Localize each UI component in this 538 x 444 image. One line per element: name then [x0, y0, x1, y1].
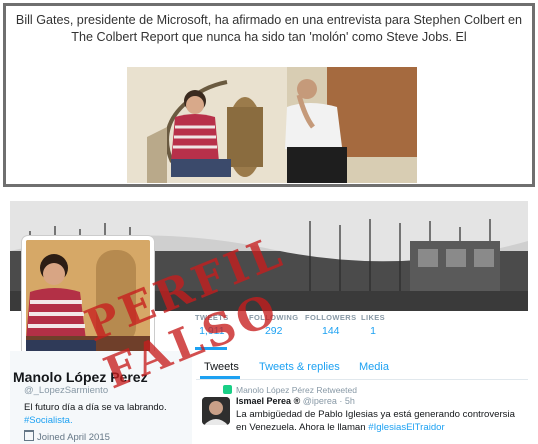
- profile-tabs: Tweets Tweets & replies Media: [196, 357, 528, 380]
- bio-text: El futuro día a día se va labrando.: [24, 402, 167, 413]
- bio-hashtag[interactable]: #Socialista.: [24, 414, 184, 427]
- retweet-context: Manolo López Pérez Retweeted: [236, 385, 357, 395]
- tweet-item[interactable]: Manolo López Pérez Retweeted Ismael Pere…: [196, 381, 528, 444]
- profile-handle[interactable]: @_LopezSarmiento: [24, 385, 108, 396]
- tweet-hashtag[interactable]: #IglesiasElTraidor: [368, 422, 444, 433]
- stat-likes[interactable]: LIKES 1: [361, 313, 385, 337]
- profile-bio: El futuro día a día se va labrando. #Soc…: [24, 401, 184, 427]
- news-photo: [127, 67, 417, 183]
- tab-active-indicator: [200, 376, 240, 379]
- verified-badge-icon: ®: [293, 396, 301, 406]
- tab-tweets[interactable]: Tweets: [204, 361, 239, 373]
- tweet-author[interactable]: Ismael Perea ® @iperea · 5h: [236, 396, 355, 406]
- stat-value: 1: [370, 325, 376, 337]
- tweet-author-name[interactable]: Ismael Perea: [236, 396, 291, 406]
- news-headline: Bill Gates, presidente de Microsoft, ha …: [15, 13, 523, 44]
- tweet-text: La ambigüedad de Pablo Iglesias ya está …: [236, 408, 526, 434]
- tab-tweets-replies[interactable]: Tweets & replies: [259, 361, 340, 373]
- news-card: Bill Gates, presidente de Microsoft, ha …: [3, 3, 535, 187]
- calendar-icon: [24, 430, 34, 441]
- tab-media[interactable]: Media: [359, 361, 389, 373]
- retweet-icon: [223, 385, 232, 394]
- profile-joined: Joined April 2015: [24, 430, 110, 443]
- joined-date: Joined April 2015: [37, 432, 110, 443]
- stat-value: 144: [321, 325, 340, 337]
- tweet-author-avatar[interactable]: [202, 397, 230, 425]
- tweet-time[interactable]: 5h: [345, 396, 355, 406]
- stat-label: LIKES: [361, 313, 386, 322]
- tweet-author-handle[interactable]: @iperea: [303, 396, 337, 406]
- tweet-dot: ·: [339, 396, 343, 406]
